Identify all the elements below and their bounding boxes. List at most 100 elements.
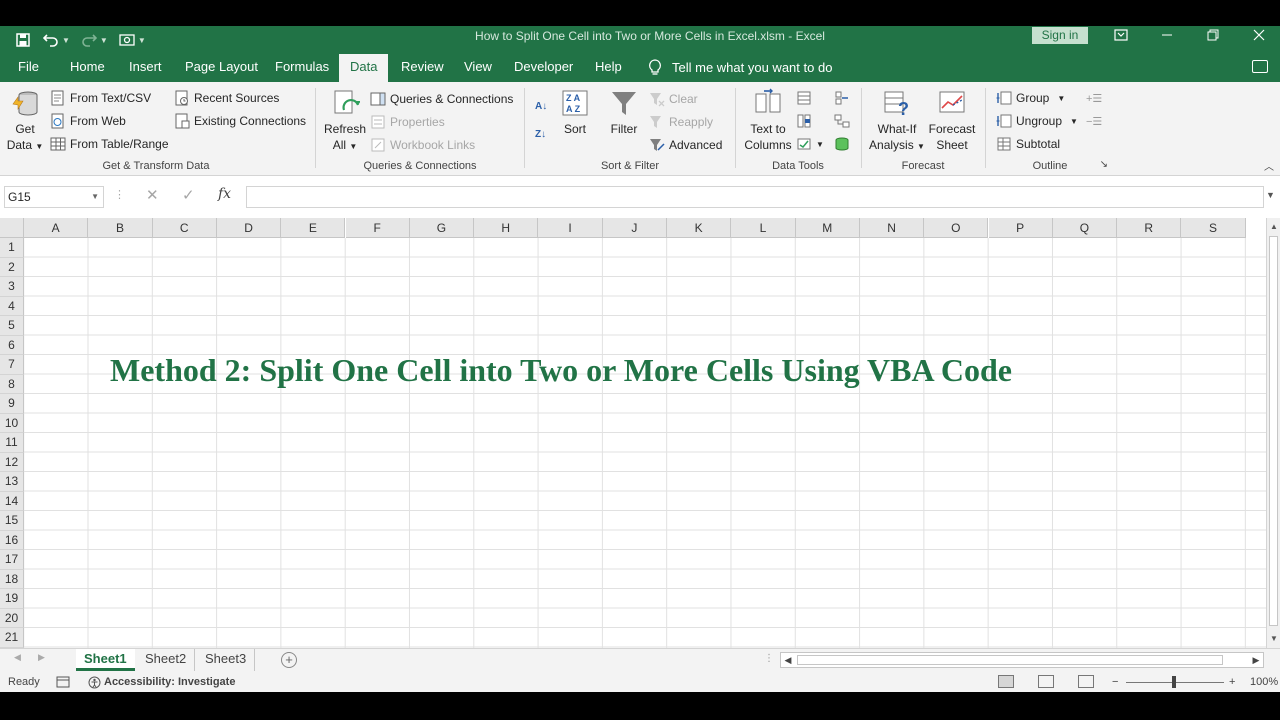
get-data-button[interactable]: Get Data ▼: [6, 88, 44, 155]
from-text-csv-button[interactable]: From Text/CSV: [50, 88, 151, 108]
scroll-down-icon[interactable]: ▼: [1267, 632, 1280, 646]
zoom-out-button[interactable]: −: [1112, 672, 1118, 692]
row-header[interactable]: 4: [0, 296, 24, 316]
vertical-scrollbar[interactable]: ▲ ▼: [1266, 218, 1280, 648]
relationships-icon[interactable]: [834, 111, 850, 131]
page-layout-view-icon[interactable]: [1038, 675, 1054, 688]
redo-dropdown-icon[interactable]: ▼: [100, 36, 108, 45]
workbook-links-button[interactable]: Workbook Links: [370, 135, 475, 155]
row-header[interactable]: 7: [0, 355, 24, 375]
ungroup-button[interactable]: Ungroup ▼: [996, 111, 1078, 131]
column-header[interactable]: E: [281, 218, 346, 238]
column-header[interactable]: J: [602, 218, 667, 238]
sheet-tab-sheet1[interactable]: Sheet1: [76, 649, 135, 671]
consolidate-icon[interactable]: [834, 88, 850, 108]
horizontal-scrollbar[interactable]: ◀ ▶: [780, 652, 1264, 668]
tab-page-layout[interactable]: Page Layout: [174, 54, 269, 82]
row-header[interactable]: 3: [0, 277, 24, 297]
confirm-entry-icon[interactable]: ✓: [182, 186, 195, 204]
sort-button[interactable]: Z AA Z Sort: [557, 88, 593, 137]
column-header[interactable]: F: [345, 218, 410, 238]
next-sheet-icon[interactable]: ▶: [38, 652, 45, 663]
redo-icon[interactable]: [80, 31, 98, 49]
page-break-preview-icon[interactable]: [1078, 675, 1094, 688]
tab-help[interactable]: Help: [584, 54, 633, 82]
filter-button[interactable]: Filter: [605, 88, 643, 137]
scroll-up-icon[interactable]: ▲: [1267, 220, 1280, 234]
column-header[interactable]: N: [859, 218, 925, 238]
vertical-scroll-thumb[interactable]: [1269, 236, 1278, 626]
properties-button[interactable]: Properties: [370, 112, 445, 132]
column-header[interactable]: R: [1117, 218, 1182, 238]
column-header[interactable]: S: [1181, 218, 1246, 238]
undo-dropdown-icon[interactable]: ▼: [62, 36, 70, 45]
normal-view-icon[interactable]: [998, 675, 1014, 688]
group-button[interactable]: Group ▼: [996, 88, 1065, 108]
worksheet-grid[interactable]: ABCDEFGHIJKLMNOPQRS 1 2 3 4 5 6 7 8 9 10 11 12 13 14 1…: [0, 218, 1266, 648]
tab-formulas[interactable]: Formulas: [264, 54, 340, 82]
column-header[interactable]: G: [409, 218, 475, 238]
row-header[interactable]: 6: [0, 335, 24, 355]
flash-fill-icon[interactable]: [796, 88, 812, 108]
undo-icon[interactable]: [42, 31, 60, 49]
insert-function-icon[interactable]: fx: [218, 186, 231, 202]
row-header[interactable]: 15: [0, 511, 24, 531]
cell-area[interactable]: [24, 238, 1266, 648]
column-header[interactable]: O: [924, 218, 989, 238]
column-header[interactable]: I: [538, 218, 603, 238]
tab-file[interactable]: File: [7, 54, 50, 82]
zoom-in-button[interactable]: +: [1229, 672, 1235, 692]
advanced-filter-button[interactable]: Advanced: [649, 135, 722, 155]
data-validation-icon[interactable]: ▼: [796, 134, 824, 154]
sheet-tab-sheet3[interactable]: Sheet3: [197, 649, 256, 671]
tab-home[interactable]: Home: [59, 54, 116, 82]
existing-connections-button[interactable]: Existing Connections: [174, 111, 306, 131]
row-header[interactable]: 14: [0, 491, 24, 511]
forecast-sheet-button[interactable]: Forecast Sheet: [926, 88, 978, 153]
column-header[interactable]: L: [731, 218, 796, 238]
column-header[interactable]: M: [795, 218, 860, 238]
zoom-slider-thumb[interactable]: [1172, 676, 1176, 688]
ribbon-display-options-icon[interactable]: [1098, 26, 1144, 46]
column-header[interactable]: D: [216, 218, 282, 238]
tab-developer[interactable]: Developer: [503, 54, 584, 82]
show-detail-icon[interactable]: +☰: [1086, 88, 1102, 108]
accessibility-checker[interactable]: Accessibility: Investigate: [88, 672, 235, 692]
queries-connections-button[interactable]: Queries & Connections: [370, 89, 513, 109]
row-header[interactable]: 13: [0, 472, 24, 492]
select-all-corner[interactable]: [0, 218, 24, 238]
sort-ascending-icon[interactable]: A↓: [535, 96, 547, 116]
tell-me-search[interactable]: Tell me what you want to do: [648, 54, 832, 82]
what-if-analysis-button[interactable]: ? What-If Analysis ▼: [868, 88, 926, 155]
row-header[interactable]: 5: [0, 316, 24, 336]
hide-detail-icon[interactable]: −☰: [1086, 111, 1102, 131]
clear-filter-button[interactable]: Clear: [649, 89, 698, 109]
column-header[interactable]: B: [88, 218, 153, 238]
column-header[interactable]: P: [988, 218, 1053, 238]
from-table-range-button[interactable]: From Table/Range: [50, 134, 169, 154]
close-icon[interactable]: [1236, 26, 1280, 46]
row-header[interactable]: 18: [0, 569, 24, 589]
save-icon[interactable]: [14, 31, 32, 49]
column-header[interactable]: Q: [1052, 218, 1118, 238]
comments-icon[interactable]: [1252, 60, 1268, 73]
row-header[interactable]: 16: [0, 530, 24, 550]
zoom-level[interactable]: 100%: [1250, 672, 1278, 692]
text-to-columns-button[interactable]: Text to Columns: [740, 88, 796, 153]
column-header[interactable]: K: [667, 218, 732, 238]
row-header[interactable]: 20: [0, 608, 24, 628]
name-box[interactable]: G15 ▼: [4, 186, 104, 208]
scroll-left-icon[interactable]: ◀: [781, 653, 795, 667]
sheet-tab-sheet2[interactable]: Sheet2: [137, 649, 196, 671]
row-header[interactable]: 12: [0, 452, 24, 472]
recent-sources-button[interactable]: Recent Sources: [174, 88, 279, 108]
column-header[interactable]: C: [152, 218, 217, 238]
refresh-all-button[interactable]: Refresh All ▼: [322, 88, 368, 155]
restore-icon[interactable]: [1190, 26, 1236, 46]
row-header[interactable]: 17: [0, 550, 24, 570]
tab-view[interactable]: View: [453, 54, 503, 82]
row-header[interactable]: 21: [0, 628, 24, 648]
screenshot-icon[interactable]: [118, 31, 136, 49]
cancel-entry-icon[interactable]: ✕: [146, 186, 159, 204]
row-header[interactable]: 10: [0, 413, 24, 433]
